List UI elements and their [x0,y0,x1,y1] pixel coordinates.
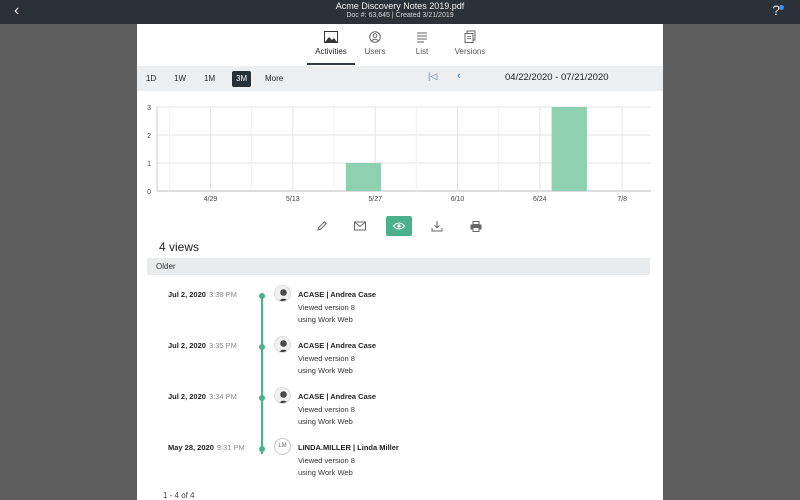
help-icon[interactable]: ? [772,2,780,18]
chart-bar [551,107,587,191]
tab-users[interactable]: Users [351,28,399,56]
range-button-more[interactable]: More [265,71,283,87]
chart-x-tick-label: 6/10 [451,196,465,203]
document-title: Acme Discovery Notes 2019.pdf [335,1,465,11]
tab-activities[interactable]: Activities [307,28,355,65]
tab-label: List [415,47,429,56]
entry-user[interactable]: ACASE | Andrea Case [298,290,376,299]
chevron-left-icon[interactable]: ‹ [457,70,461,82]
users-icon [369,31,381,43]
entry-time: 3:38 PM [208,290,237,299]
chart-image-icon [324,31,338,43]
range-button-1d[interactable]: 1D [146,71,156,87]
date-range-text: 04/22/2020 - 07/21/2020 [505,72,609,83]
chart-y-tick-label: 2 [147,133,151,140]
pagination-text: 1 - 4 of 4 [163,491,195,500]
top-bar: ‹ Acme Discovery Notes 2019.pdf Doc #: 6… [0,0,800,24]
entry-via: using Work Web [298,315,353,324]
entry-action: Viewed version 8 [298,456,355,465]
avatar [274,387,291,404]
entry-user[interactable]: ACASE | Andrea Case [298,392,376,401]
tab-list[interactable]: List [398,28,446,56]
avatar: LM [274,438,291,455]
notification-dot [779,5,784,10]
entry-via: using Work Web [298,417,353,426]
skip-to-start-icon[interactable]: |◁ [428,71,437,82]
tab-versions[interactable]: Versions [446,28,494,56]
entry-user[interactable]: LINDA.MILLER | Linda Miller [298,443,399,452]
entry-date: May 28, 2020 9:31 PM [168,443,245,452]
entry-date: Jul 2, 2020 3:34 PM [168,392,237,401]
tab-label: Versions [454,47,486,56]
list-icon [417,32,427,43]
entry-time: 3:35 PM [208,341,237,350]
chart-bar [345,163,382,191]
entry-action: Viewed version 8 [298,405,355,414]
entry-via: using Work Web [298,366,353,375]
timeline-dot [259,293,265,299]
versions-icon [464,30,476,43]
view-icon [393,222,405,230]
entry-time: 3:34 PM [208,392,237,401]
edit-button[interactable] [309,216,335,236]
entry-date: Jul 2, 2020 3:35 PM [168,341,237,350]
chart-y-tick-label: 3 [147,105,151,112]
section-header-older: Older [147,258,650,275]
view-button[interactable] [386,216,412,236]
entry-time: 9:31 PM [216,443,245,452]
timeline-dot [259,395,265,401]
range-button-3m[interactable]: 3M [232,71,252,87]
tab-bar: Activities Users List Versions [137,24,663,66]
chart-x-tick-label: 4/29 [204,196,218,203]
chart-x-tick-label: 6/24 [533,196,547,203]
avatar [274,336,291,353]
timeline-dot [259,446,265,452]
date-range-bar: 1D 1W 1M 3M More |◁ ‹ 04/22/2020 - 07/21… [137,66,663,91]
entry-user[interactable]: ACASE | Andrea Case [298,341,376,350]
range-button-1w[interactable]: 1W [174,71,186,87]
edit-icon [317,221,327,231]
timeline-entry: Jul 2, 2020 3:35 PM ACASE | Andrea Case V… [137,333,663,385]
activity-panel: Activities Users List Versions 1D 1W 1M … [137,24,663,500]
entry-date: Jul 2, 2020 3:38 PM [168,290,237,299]
document-subtitle: Doc #: 63,645 | Created 3/21/2019 [346,12,454,19]
views-count: 4 views [159,240,200,254]
print-button[interactable] [463,216,489,236]
timeline-entry: Jul 2, 2020 3:38 PM ACASE | Andrea Case V… [137,282,663,334]
timeline-dot [259,344,265,350]
download-icon [431,221,443,232]
entry-action: Viewed version 8 [298,303,355,312]
activity-timeline: Jul 2, 2020 3:38 PM ACASE | Andrea Case V… [137,282,663,492]
entry-via: using Work Web [298,468,353,477]
print-icon [470,220,482,232]
tab-label: Activities [315,47,347,56]
tab-label: Users [364,47,386,56]
mail-button[interactable] [347,216,373,236]
entry-action: Viewed version 8 [298,354,355,363]
chart-x-tick-label: 5/13 [286,196,300,203]
chart-x-tick-label: 5/27 [368,196,382,203]
timeline-entry: May 28, 2020 9:31 PM LM LINDA.MILLER | Li… [137,435,663,487]
timeline-entry: Jul 2, 2020 3:34 PM ACASE | Andrea Case V… [137,384,663,436]
chart-x-tick-label: 7/8 [617,196,627,203]
chart-y-tick-label: 0 [147,189,151,196]
activity-chart-svg: 0 1 2 3 4/29 5/13 5/27 6/10 6/24 7/8 [147,105,651,203]
mail-icon [354,221,366,231]
chart-y-tick-label: 1 [147,161,151,168]
avatar [274,285,291,302]
activity-chart: 0 1 2 3 4/29 5/13 5/27 6/10 6/24 7/8 [137,91,663,231]
range-button-1m[interactable]: 1M [204,71,215,87]
download-button[interactable] [424,216,450,236]
action-toolbar [137,216,663,238]
